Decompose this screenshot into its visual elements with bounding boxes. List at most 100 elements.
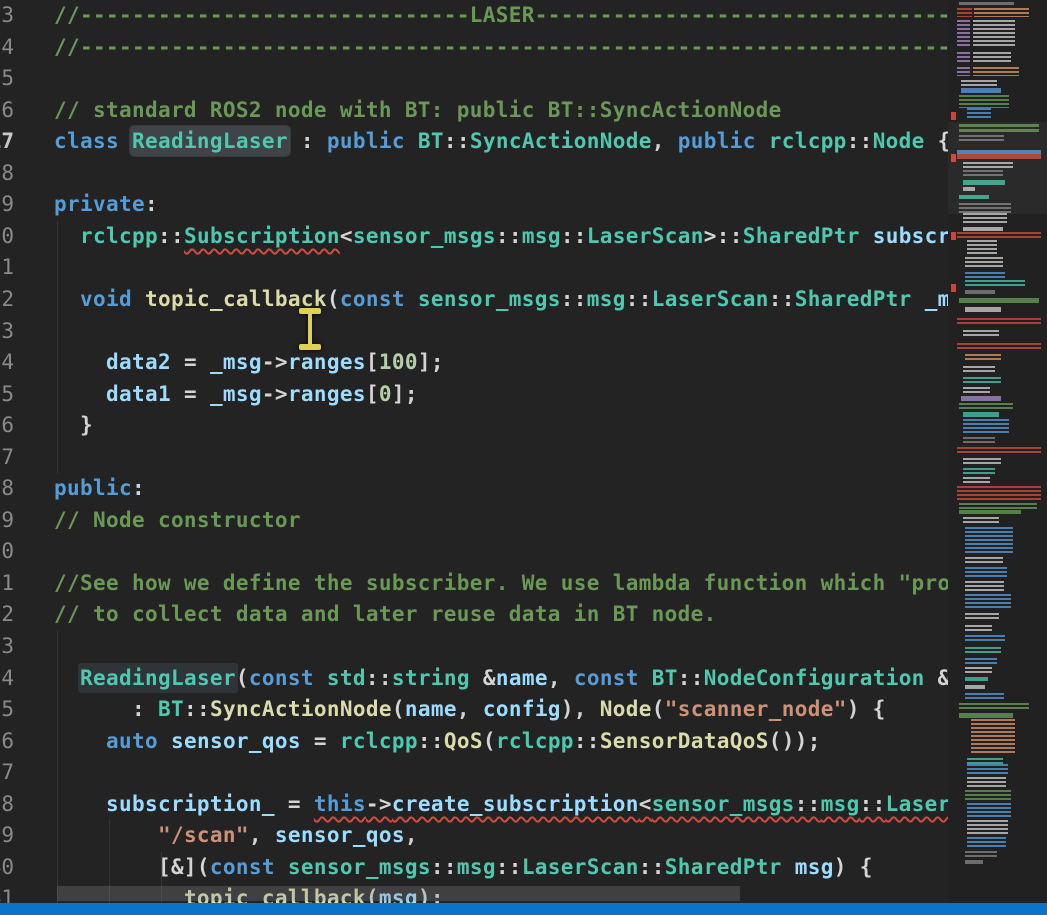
- code-token: _msg: [210, 350, 262, 374]
- line-number[interactable]: 27: [0, 442, 14, 474]
- line-number[interactable]: 30: [0, 536, 14, 568]
- code-line[interactable]: 16// standard ROS2 node with BT: public …: [0, 95, 955, 127]
- minimap-code-block: [965, 790, 1011, 801]
- code-line[interactable]: 33: [0, 631, 955, 663]
- minimap-code-block: [965, 667, 992, 673]
- code-line[interactable]: 23: [0, 316, 955, 348]
- horizontal-scrollbar-slider[interactable]: [57, 886, 740, 901]
- code-text: //------------------------------LASER---…: [54, 0, 955, 32]
- code-line[interactable]: 34 ReadingLaser(const std::string &name,…: [0, 663, 955, 695]
- line-number[interactable]: 33: [0, 631, 14, 663]
- line-number[interactable]: 25: [0, 379, 14, 411]
- code-token: <: [340, 224, 353, 248]
- code-line[interactable]: 38 subscription_ = this->create_subscrip…: [0, 789, 955, 821]
- line-number[interactable]: 36: [0, 726, 14, 758]
- code-line[interactable]: 29// Node constructor: [0, 505, 955, 537]
- code-token: std: [327, 666, 366, 690]
- code-token: void: [80, 287, 132, 311]
- line-number[interactable]: 38: [0, 789, 14, 821]
- code-line[interactable]: 36 auto sensor_qos = rclcpp::QoS(rclcpp:…: [0, 726, 955, 758]
- line-number[interactable]: 29: [0, 505, 14, 537]
- code-token: (: [236, 666, 249, 690]
- indent-guide: [57, 631, 58, 903]
- code-line[interactable]: 39 "/scan", sensor_qos,: [0, 820, 955, 852]
- code-line[interactable]: 19private:: [0, 189, 955, 221]
- code-text: rclcpp::Subscription<sensor_msgs::msg::L…: [54, 221, 955, 253]
- minimap-code-block: [963, 377, 1001, 383]
- minimap-code-block: [963, 213, 1007, 224]
- line-number[interactable]: 22: [0, 284, 14, 316]
- line-number[interactable]: 13: [0, 0, 14, 32]
- code-token: [54, 350, 106, 374]
- line-number[interactable]: 31: [0, 568, 14, 600]
- line-number[interactable]: 17: [0, 126, 14, 158]
- code-line[interactable]: 37: [0, 757, 955, 789]
- code-line[interactable]: 20 rclcpp::Subscription<sensor_msgs::msg…: [0, 221, 955, 253]
- minimap-code-block: [963, 227, 1003, 231]
- minimap-code-block: [967, 777, 1006, 788]
- code-line[interactable]: 22 void topic_callback(const sensor_msgs…: [0, 284, 955, 316]
- code-line[interactable]: 32// to collect data and later reuse dat…: [0, 599, 955, 631]
- editor-window: 13 //------------------------------LASER-…: [0, 0, 1047, 915]
- code-line[interactable]: 24 data2 = _msg->ranges[100];: [0, 347, 955, 379]
- code-line[interactable]: 15: [0, 63, 955, 95]
- line-number[interactable]: 20: [0, 221, 14, 253]
- code-line[interactable]: 25 data1 = _msg->ranges[0];: [0, 379, 955, 411]
- code-token: ) {: [834, 855, 873, 879]
- line-number[interactable]: 26: [0, 410, 14, 442]
- code-line[interactable]: 30: [0, 536, 955, 568]
- code-line[interactable]: 35 : BT::SyncActionNode(name, config), N…: [0, 694, 955, 726]
- code-text: data1 = _msg->ranges[0];: [54, 379, 418, 411]
- line-number[interactable]: 16: [0, 95, 14, 127]
- code-token: SharedPtr: [743, 224, 860, 248]
- code-line[interactable]: 40 [&](const sensor_msgs::msg::LaserScan…: [0, 852, 955, 884]
- code-token: subscription_: [873, 224, 955, 248]
- code-token: ,: [405, 823, 418, 847]
- line-number[interactable]: 40: [0, 852, 14, 884]
- code-line[interactable]: 27: [0, 442, 955, 474]
- line-number[interactable]: 14: [0, 32, 14, 64]
- code-line[interactable]: 18: [0, 158, 955, 190]
- minimap-error-mark: [951, 112, 956, 120]
- code-token: 0: [379, 382, 392, 406]
- code-token: [54, 666, 80, 690]
- code-token: rclcpp: [769, 129, 847, 153]
- minimap-code-block: [959, 510, 1021, 514]
- minimap-code-block: [965, 354, 1001, 361]
- minimap-code-block: [963, 468, 995, 474]
- status-bar[interactable]: [0, 903, 1047, 915]
- code-line[interactable]: 26 }: [0, 410, 955, 442]
- line-number[interactable]: 24: [0, 347, 14, 379]
- code-line[interactable]: 17class ReadingLaser : public BT::SyncAc…: [0, 126, 955, 158]
- code-line[interactable]: 13 //------------------------------LASER-…: [0, 0, 955, 32]
- code-editor-pane[interactable]: 13 //------------------------------LASER-…: [0, 0, 955, 915]
- code-line[interactable]: 28public:: [0, 473, 955, 505]
- code-token: auto: [106, 729, 158, 753]
- code-token: ::: [561, 224, 587, 248]
- line-number[interactable]: 23: [0, 316, 14, 348]
- minimap-code-block: [963, 517, 999, 523]
- line-number[interactable]: 39: [0, 820, 14, 852]
- line-number[interactable]: 21: [0, 252, 14, 284]
- minimap-code-block: [957, 318, 1041, 325]
- minimap-code-block: [965, 581, 1004, 591]
- line-number[interactable]: 37: [0, 757, 14, 789]
- code-token: <: [639, 792, 652, 816]
- code-token: ,: [548, 666, 574, 690]
- code-line[interactable]: 14//------------------------------------…: [0, 32, 955, 64]
- line-number[interactable]: 34: [0, 663, 14, 695]
- code-token: [314, 666, 327, 690]
- code-line[interactable]: 31//See how we define the subscriber. We…: [0, 568, 955, 600]
- code-line[interactable]: 21: [0, 252, 955, 284]
- line-number[interactable]: 32: [0, 599, 14, 631]
- line-number[interactable]: 28: [0, 473, 14, 505]
- minimap-code-block: [961, 88, 1001, 93]
- minimap-slider[interactable]: [948, 122, 1047, 214]
- line-number[interactable]: 15: [0, 63, 14, 95]
- line-number[interactable]: 35: [0, 694, 14, 726]
- line-number[interactable]: 19: [0, 189, 14, 221]
- code-token: this: [314, 792, 366, 816]
- minimap-code-block: [961, 396, 1001, 401]
- line-number[interactable]: 18: [0, 158, 14, 190]
- minimap-code-block: [965, 658, 997, 664]
